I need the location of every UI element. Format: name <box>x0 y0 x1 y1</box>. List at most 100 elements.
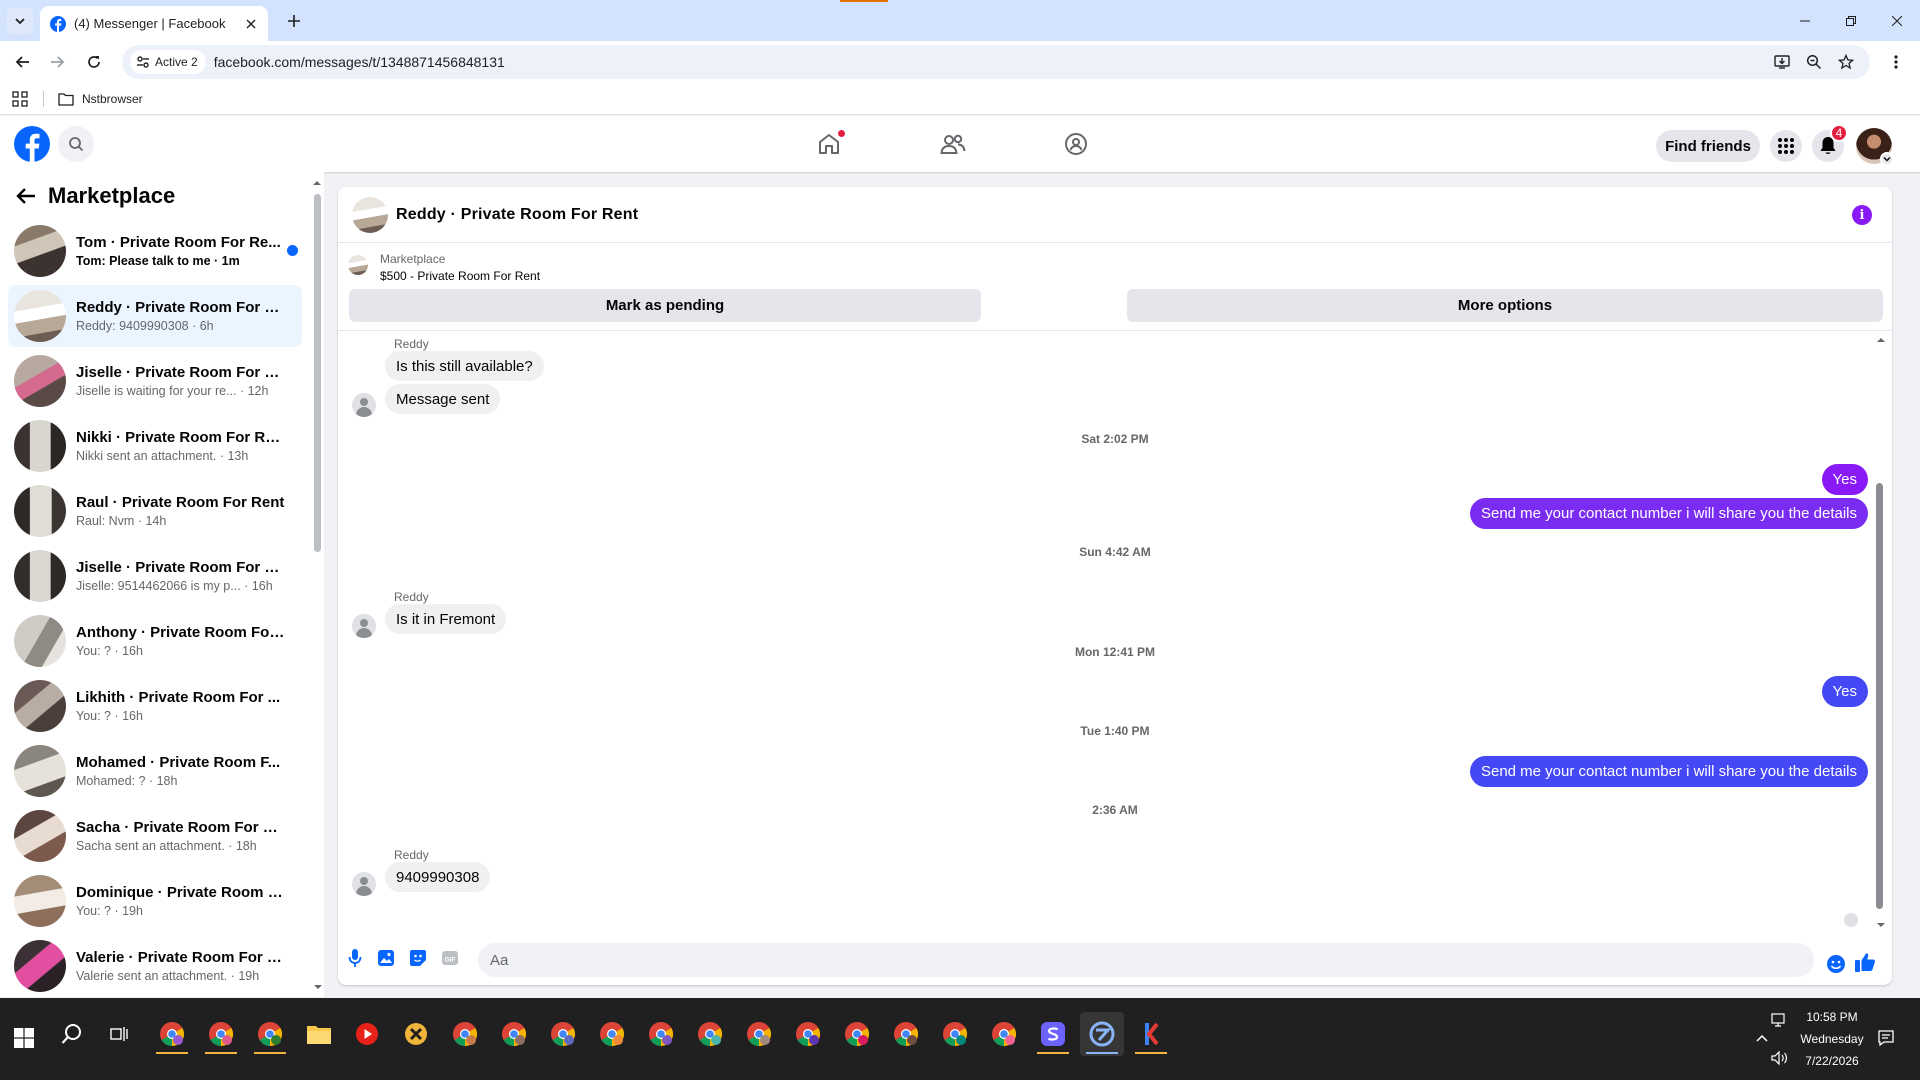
listing-summary[interactable]: Marketplace $500 - Private Room For Rent <box>348 251 1648 283</box>
mark-as-pending-button[interactable]: Mark as pending <box>349 289 981 322</box>
scroll-up-icon[interactable] <box>312 180 322 186</box>
conversation-item[interactable]: Valerie · Private Room For R... Valerie s… <box>8 935 302 997</box>
more-options-button[interactable]: More options <box>1127 289 1883 322</box>
bookmark-star-button[interactable] <box>1830 50 1862 74</box>
taskbar-chrome-profile-12[interactable] <box>839 1016 875 1052</box>
back-button[interactable] <box>11 50 35 74</box>
taskbar-chrome-profile-15[interactable] <box>986 1016 1022 1052</box>
chat-avatar[interactable] <box>352 196 388 233</box>
conversation-item[interactable]: Sacha · Private Room For R... Sacha sent … <box>8 805 302 867</box>
conversation-item[interactable]: Likhith · Private Room For ... You: ? · 1… <box>8 675 302 737</box>
sticker-button[interactable] <box>407 947 429 969</box>
outgoing-message[interactable]: Send me your contact number i will share… <box>1469 498 1868 529</box>
facebook-search-button[interactable] <box>58 126 94 162</box>
apps-grid-icon[interactable] <box>12 91 28 107</box>
taskbar-chrome-profile-1[interactable] <box>154 1016 190 1054</box>
taskbar-nstbrowser[interactable] <box>1084 1016 1120 1054</box>
outgoing-message[interactable]: Send me your contact number i will share… <box>1469 756 1868 787</box>
taskbar-file-explorer[interactable] <box>301 1016 337 1052</box>
tab-search-button[interactable] <box>7 8 33 34</box>
incoming-message[interactable]: 9409990308 <box>385 862 491 892</box>
outgoing-message[interactable]: Yes <box>1821 676 1868 707</box>
minimize-button[interactable] <box>1782 0 1828 41</box>
taskbar-chrome-profile-7[interactable] <box>594 1016 630 1052</box>
sidebar-scroll-thumb[interactable] <box>314 194 321 552</box>
arrow-left-icon[interactable] <box>16 187 36 205</box>
scroll-down-icon[interactable] <box>313 984 323 990</box>
new-tab-button[interactable] <box>282 9 306 33</box>
incoming-message[interactable]: Message sent <box>385 384 501 414</box>
taskbar-chrome-profile-14[interactable] <box>937 1016 973 1052</box>
taskbar-media-app[interactable] <box>349 1016 385 1052</box>
s-app-icon <box>1041 1022 1065 1046</box>
taskbar-chrome-profile-2[interactable] <box>203 1016 239 1054</box>
nav-friends[interactable] <box>939 130 967 158</box>
taskbar-chrome-profile-9[interactable] <box>692 1016 728 1052</box>
chat-title[interactable]: Reddy · Private Room For Rent <box>396 206 638 224</box>
restore-button[interactable] <box>1828 0 1874 41</box>
conversation-info-button[interactable]: i <box>1852 205 1872 225</box>
browser-menu-button[interactable] <box>1884 50 1908 74</box>
message-timestamp: 2:36 AM <box>1092 803 1138 817</box>
taskbar-chrome-profile-13[interactable] <box>888 1016 924 1052</box>
task-view-button[interactable] <box>101 1016 137 1052</box>
nav-home[interactable] <box>815 130 845 158</box>
scroll-up-icon[interactable] <box>1876 337 1886 343</box>
taskbar-chrome-profile-4[interactable] <box>447 1016 483 1052</box>
install-app-button[interactable] <box>1766 50 1798 74</box>
conversation-item[interactable]: Jiselle · Private Room For R... Jiselle i… <box>8 350 302 412</box>
taskbar-chrome-profile-5[interactable] <box>496 1016 532 1052</box>
account-avatar[interactable] <box>1856 128 1894 166</box>
tray-overflow-button[interactable] <box>1752 1028 1772 1048</box>
taskbar-chrome-profile-11[interactable] <box>790 1016 826 1052</box>
system-clock[interactable]: 10:58 PM Wednesday 7/22/2026 <box>1772 1006 1892 1072</box>
voice-clip-button[interactable] <box>344 947 366 969</box>
conversation-item[interactable]: Jiselle · Private Room For R... Jiselle: … <box>8 545 302 607</box>
incoming-message[interactable]: Is it in Fremont <box>385 604 507 634</box>
chat-scroll-thumb[interactable] <box>1876 483 1883 909</box>
taskbar-chrome-profile-3[interactable] <box>252 1016 288 1054</box>
close-window-button[interactable] <box>1874 0 1920 41</box>
menu-button[interactable] <box>1770 130 1802 162</box>
browser-tab-messenger[interactable]: (4) Messenger | Facebook <box>40 6 268 41</box>
like-button[interactable] <box>1854 951 1876 973</box>
taskbar-chrome-profile-6[interactable] <box>545 1016 581 1052</box>
gif-button[interactable]: GIF <box>439 947 461 969</box>
conversation-item[interactable]: Dominique · Private Room F... You: ? · 19… <box>8 870 302 932</box>
find-friends-button[interactable]: Find friends <box>1656 130 1760 162</box>
taskbar-app-x[interactable] <box>398 1016 434 1052</box>
attach-photo-button[interactable] <box>375 947 397 969</box>
tab-close-button[interactable] <box>242 15 260 33</box>
reload-button[interactable] <box>82 50 106 74</box>
conversation-item[interactable]: Anthony · Private Room For... You: ? · 16… <box>8 610 302 672</box>
notifications-button[interactable]: 4 <box>1812 124 1848 162</box>
zoom-button[interactable] <box>1798 50 1830 74</box>
taskbar-chrome-profile-10[interactable] <box>741 1016 777 1052</box>
taskbar-search-button[interactable] <box>54 1016 90 1052</box>
taskbar-app-s[interactable] <box>1035 1016 1071 1054</box>
conversation-item[interactable]: Tom · Private Room For Re... Tom: Please … <box>8 220 302 282</box>
conversation-item[interactable]: Nikki · Private Room For Rent Nikki sent … <box>8 415 302 477</box>
outgoing-message[interactable]: Yes <box>1821 464 1868 495</box>
url-text[interactable]: facebook.com/messages/t/1348871456848131 <box>214 54 1766 70</box>
emoji-button[interactable] <box>1825 953 1847 975</box>
nav-groups[interactable] <box>1062 130 1090 158</box>
facebook-logo-icon[interactable] <box>14 126 50 162</box>
site-info-chip[interactable]: Active 2 <box>130 50 206 74</box>
scroll-down-icon[interactable] <box>1876 922 1886 928</box>
taskbar-app-k[interactable] <box>1133 1016 1169 1054</box>
taskbar-chrome-profile-8[interactable] <box>643 1016 679 1052</box>
forward-button[interactable] <box>45 50 69 74</box>
notification-center-button[interactable] <box>1876 1028 1896 1048</box>
message-input[interactable]: Aa <box>478 943 1814 977</box>
conversation-name: Dominique · Private Room F... <box>76 884 286 901</box>
conversation-preview: Reddy: 9409990308 · 6h <box>76 319 214 333</box>
chrome-icon <box>992 1022 1017 1046</box>
windows-start-icon[interactable] <box>14 1028 34 1048</box>
conversation-item[interactable]: Raul · Private Room For Rent Raul: Nvm · … <box>8 480 302 542</box>
conversation-item[interactable]: Reddy · Private Room For R... Reddy: 9409… <box>8 285 302 347</box>
address-bar[interactable]: Active 2 facebook.com/messages/t/1348871… <box>122 45 1870 79</box>
conversation-item[interactable]: Mohamed · Private Room F... Mohamed: ? · … <box>8 740 302 802</box>
incoming-message[interactable]: Is this still available? <box>385 351 544 381</box>
bookmark-folder-nstbrowser[interactable]: Nstbrowser <box>58 89 143 109</box>
